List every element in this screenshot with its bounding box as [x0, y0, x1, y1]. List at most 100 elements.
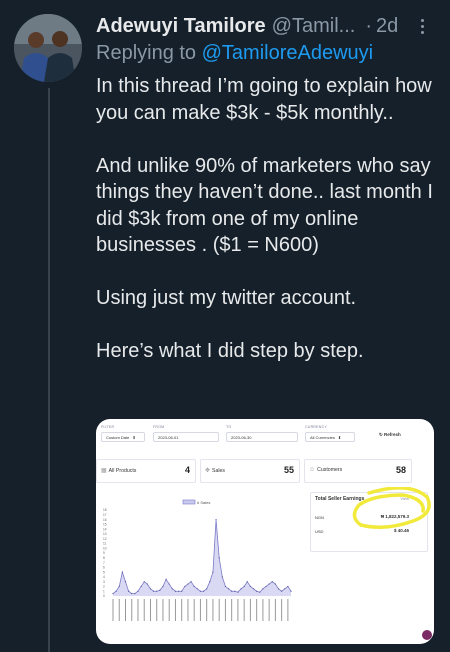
y-tick-label: 1	[103, 589, 105, 593]
sales-point	[215, 518, 217, 521]
y-tick-label: 7	[103, 561, 105, 565]
y-tick-label: 18	[103, 508, 107, 512]
x-tick-label	[249, 599, 251, 621]
sales-point	[274, 583, 276, 585]
timestamp[interactable]: 2d	[376, 15, 398, 38]
currency-label: CURRENCY	[305, 425, 327, 429]
x-tick-label	[118, 599, 120, 621]
sales-count: 55	[283, 465, 294, 475]
sales-point	[162, 585, 164, 588]
x-tick-label	[281, 599, 283, 621]
sales-label: Sales	[212, 467, 226, 474]
x-tick-label	[131, 599, 133, 621]
refresh-button[interactable]: ↻ Refresh	[379, 432, 401, 438]
sales-point	[168, 583, 170, 585]
currency-select[interactable]: All Currencies ⬍	[305, 432, 355, 442]
sales-point	[134, 593, 136, 595]
sales-point	[118, 585, 120, 588]
author-name[interactable]: Adewuyi Tamilore	[96, 15, 266, 38]
customers-count: 58	[395, 465, 406, 475]
customers-card[interactable]: ☺ Customers 58	[304, 459, 412, 483]
highlight-scribble	[352, 487, 431, 529]
chat-bubble-icon[interactable]	[422, 630, 432, 640]
x-tick-label	[181, 599, 183, 621]
products-card[interactable]: ▦ All Products 4	[96, 459, 196, 483]
sales-point	[199, 590, 202, 592]
sales-point	[265, 585, 267, 588]
x-tick-label	[237, 599, 239, 621]
products-count: 4	[184, 465, 190, 475]
to-date-value: 2023-06-30	[231, 434, 252, 440]
sales-point	[209, 581, 211, 583]
y-tick-label: 2	[103, 585, 105, 589]
x-tick-label	[124, 599, 126, 621]
sales-point	[290, 590, 292, 592]
x-tick-label	[143, 599, 145, 621]
tweet-paragraph: And unlike 90% of marketers who say thin…	[96, 154, 433, 257]
sales-point	[131, 593, 133, 595]
sales-point	[193, 585, 195, 588]
x-tick-label	[262, 599, 264, 621]
sales-point	[221, 576, 223, 578]
tweet-paragraph: Using just my twitter account.	[96, 287, 357, 309]
x-tick-label	[231, 599, 233, 621]
avatar[interactable]	[14, 14, 82, 82]
replying-to: Replying to @TamiloreAdewuyi	[96, 42, 373, 65]
to-date-input[interactable]: 2023-06-30	[226, 432, 298, 442]
sales-point	[206, 588, 208, 590]
sales-point	[234, 590, 236, 592]
x-tick-label	[199, 599, 201, 621]
more-options-icon[interactable]	[412, 13, 432, 39]
x-tick-label	[174, 599, 176, 621]
attached-dashboard-screenshot[interactable]: FILTER FROM TO CURRENCY Custom Date ⬍ 20…	[96, 419, 434, 644]
y-tick-label: 16	[103, 518, 107, 522]
y-tick-label: 15	[103, 523, 107, 527]
x-tick-label	[224, 599, 226, 621]
sales-point	[143, 581, 145, 583]
y-tick-label: 0	[103, 594, 105, 598]
from-label: FROM	[153, 425, 165, 429]
to-label: TO	[226, 425, 232, 429]
from-date-input[interactable]: 2023-06-01	[153, 432, 219, 442]
sales-point	[190, 581, 192, 583]
grid-icon: ▦	[101, 468, 107, 474]
sales-point	[159, 589, 161, 591]
users-icon: ☺	[309, 467, 316, 473]
filter-label: FILTER	[101, 425, 115, 429]
sales-point	[284, 588, 286, 590]
chevron-down-icon: ⬍	[337, 434, 342, 440]
sales-point	[174, 590, 177, 592]
x-tick-label	[193, 599, 195, 621]
sales-point	[237, 591, 239, 593]
y-tick-label: 11	[103, 542, 107, 546]
separator-dot: ·	[365, 14, 372, 37]
sales-point	[153, 590, 155, 592]
x-tick-label	[162, 599, 164, 621]
y-tick-label: 9	[103, 551, 105, 555]
y-tick-label: 10	[103, 546, 107, 550]
sales-point	[187, 583, 189, 585]
customers-card-label: ☺ Customers	[309, 467, 342, 473]
x-tick-label	[256, 599, 258, 621]
avatar-photo	[14, 14, 82, 82]
chevron-down-icon: ⬍	[132, 434, 136, 440]
sales-point	[268, 583, 270, 585]
sales-card[interactable]: ✥ Sales 55	[200, 459, 300, 483]
sales-point	[202, 590, 205, 592]
replying-to-handle-link[interactable]: @TamiloreAdewuyi	[202, 42, 373, 64]
sales-point	[149, 588, 152, 590]
sales-point	[252, 588, 255, 590]
tweet-text: In this thread I’m going to explain how …	[96, 73, 436, 365]
x-tick-label	[156, 599, 158, 621]
from-date-value: 2023-06-01	[158, 434, 179, 440]
sales-point	[218, 557, 220, 559]
x-tick-label	[149, 599, 151, 621]
earnings-currency-ngn: NGN	[315, 515, 324, 520]
sales-point	[177, 590, 180, 592]
y-tick-label: 13	[103, 532, 107, 536]
products-label: All Products	[108, 467, 137, 474]
filter-select[interactable]: Custom Date ⬍	[101, 432, 145, 442]
author-handle[interactable]: @Tamil...	[272, 15, 356, 38]
sales-point	[243, 585, 245, 588]
sales-point	[281, 590, 283, 592]
